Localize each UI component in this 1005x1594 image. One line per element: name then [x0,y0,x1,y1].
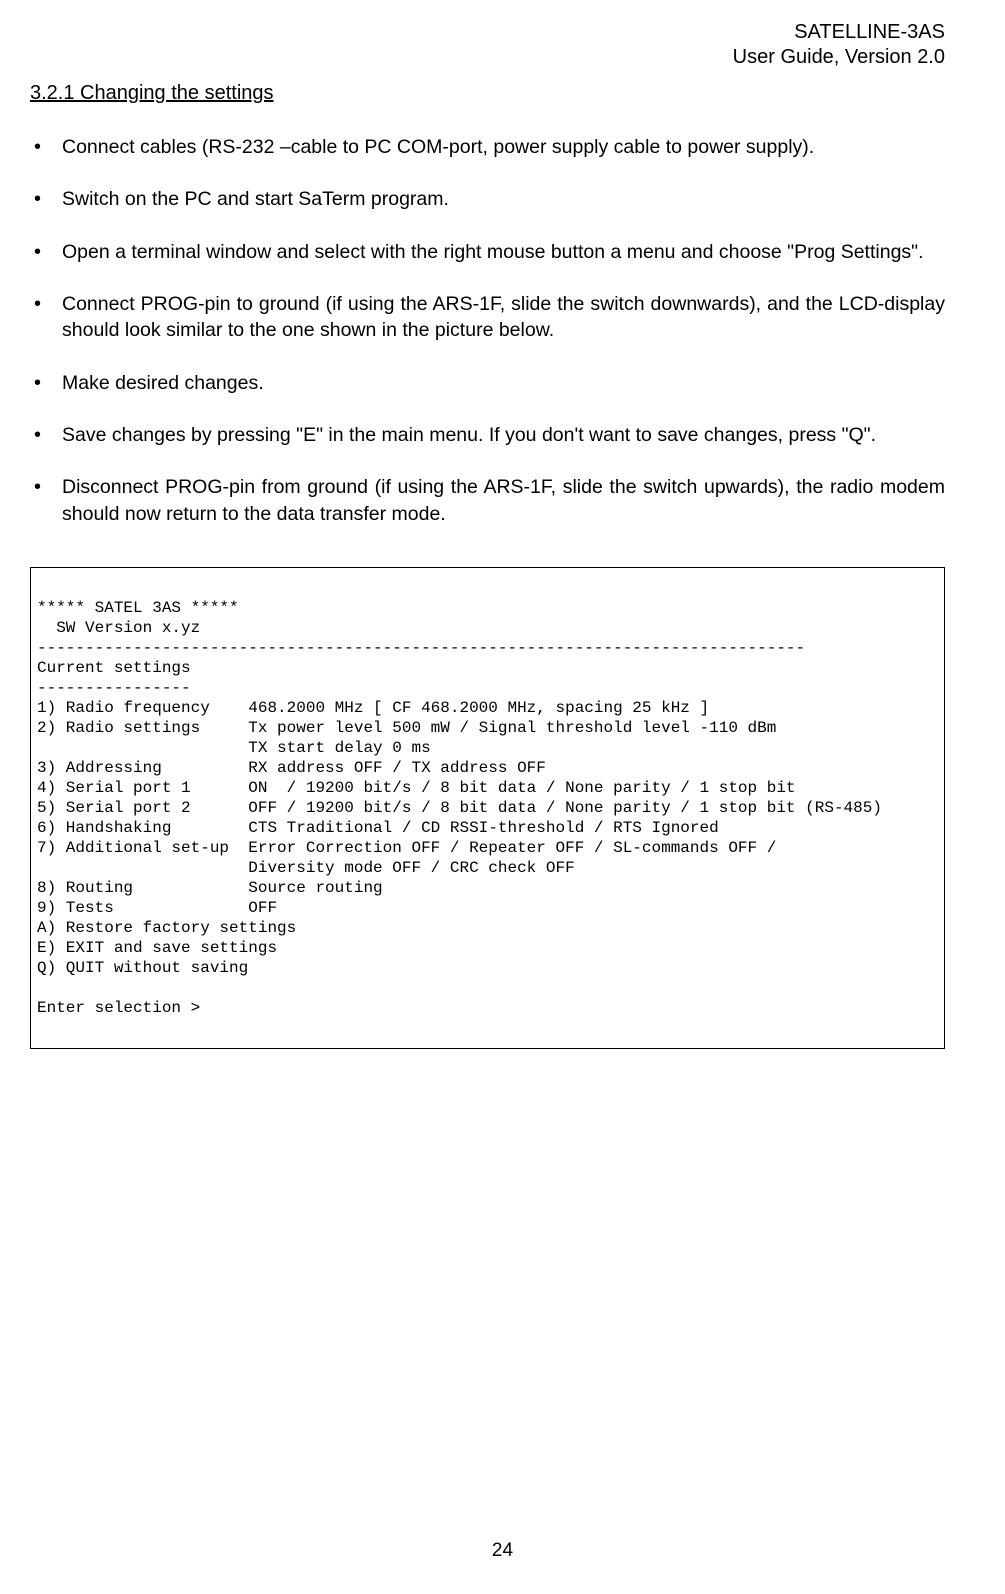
list-item: Make desired changes. [30,370,945,396]
terminal-output: ***** SATEL 3AS ***** SW Version x.yz --… [30,567,945,1049]
page-number: 24 [0,1539,1005,1564]
list-item: Disconnect PROG-pin from ground (if usin… [30,474,945,527]
header-line-2: User Guide, Version 2.0 [30,45,945,70]
list-item: Connect cables (RS-232 –cable to PC COM-… [30,134,945,160]
page: SATELLINE-3AS User Guide, Version 2.0 3.… [0,0,1005,1594]
list-item: Switch on the PC and start SaTerm progra… [30,186,945,212]
instruction-list: Connect cables (RS-232 –cable to PC COM-… [30,134,945,527]
list-item: Save changes by pressing "E" in the main… [30,422,945,448]
list-item: Connect PROG-pin to ground (if using the… [30,291,945,344]
list-item: Open a terminal window and select with t… [30,239,945,265]
header-line-1: SATELLINE-3AS [30,20,945,45]
section-heading: 3.2.1 Changing the settings [30,80,945,106]
page-header: SATELLINE-3AS User Guide, Version 2.0 [30,20,945,70]
